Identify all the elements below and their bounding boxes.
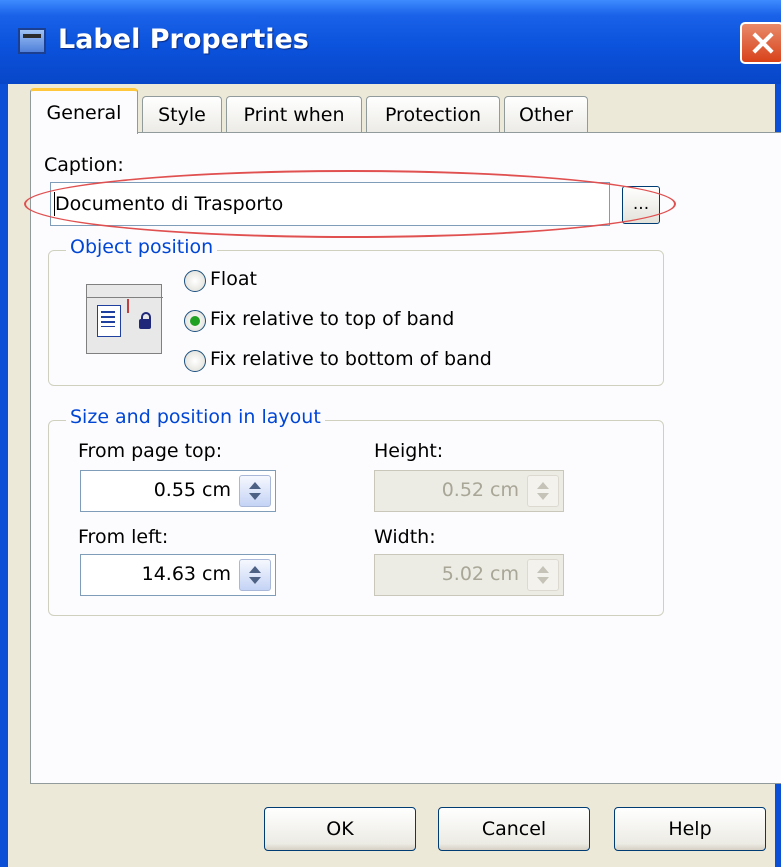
cancel-button[interactable]: Cancel	[438, 807, 590, 851]
width-spinner: 5.02 cm	[374, 554, 564, 596]
object-position-icon	[86, 284, 163, 354]
label-properties-dialog: Label Properties General Style Print whe…	[0, 0, 781, 867]
spinner-arrows-icon[interactable]	[239, 475, 271, 507]
width-value: 5.02 cm	[441, 563, 519, 585]
object-position-title: Object position	[66, 236, 218, 258]
fix-top-radio[interactable]	[184, 310, 206, 332]
tab-style[interactable]: Style	[142, 96, 222, 132]
caption-label: Caption:	[44, 154, 124, 176]
lock-icon	[139, 312, 151, 329]
height-spinner: 0.52 cm	[374, 470, 564, 512]
caption-browse-button[interactable]: ...	[622, 186, 660, 224]
width-label: Width:	[374, 526, 436, 548]
fix-top-label[interactable]: Fix relative to top of band	[210, 308, 454, 330]
spinner-arrows-icon	[527, 475, 559, 507]
from-left-value: 14.63 cm	[141, 563, 231, 585]
from-left-spinner[interactable]: 14.63 cm	[80, 554, 276, 596]
height-label: Height:	[374, 440, 444, 462]
fix-bottom-radio[interactable]	[184, 350, 206, 372]
close-button[interactable]	[740, 22, 781, 64]
tab-protection[interactable]: Protection	[366, 96, 500, 132]
title-bar[interactable]: Label Properties	[0, 0, 781, 84]
tab-strip: General Style Print when Protection Othe…	[8, 84, 775, 136]
fix-bottom-label[interactable]: Fix relative to bottom of band	[210, 348, 492, 370]
tab-general[interactable]: General	[30, 88, 138, 134]
app-icon	[18, 28, 46, 54]
size-position-title: Size and position in layout	[66, 406, 325, 428]
dialog-client-area: General Style Print when Protection Othe…	[8, 84, 781, 867]
height-value: 0.52 cm	[441, 479, 519, 501]
from-left-label: From left:	[78, 526, 169, 548]
caption-input[interactable]: Documento di Trasporto	[50, 182, 610, 226]
from-page-top-label: From page top:	[78, 440, 223, 462]
float-radio[interactable]	[184, 270, 206, 292]
from-page-top-value: 0.55 cm	[153, 479, 231, 501]
spinner-arrows-icon[interactable]	[239, 559, 271, 591]
float-label[interactable]: Float	[210, 268, 257, 290]
ok-button[interactable]: OK	[264, 807, 416, 851]
help-button[interactable]: Help	[614, 807, 766, 851]
tab-other[interactable]: Other	[504, 96, 588, 132]
spinner-arrows-icon	[527, 559, 559, 591]
from-page-top-spinner[interactable]: 0.55 cm	[80, 470, 276, 512]
window-title: Label Properties	[58, 24, 309, 55]
tab-print-when[interactable]: Print when	[226, 96, 362, 132]
